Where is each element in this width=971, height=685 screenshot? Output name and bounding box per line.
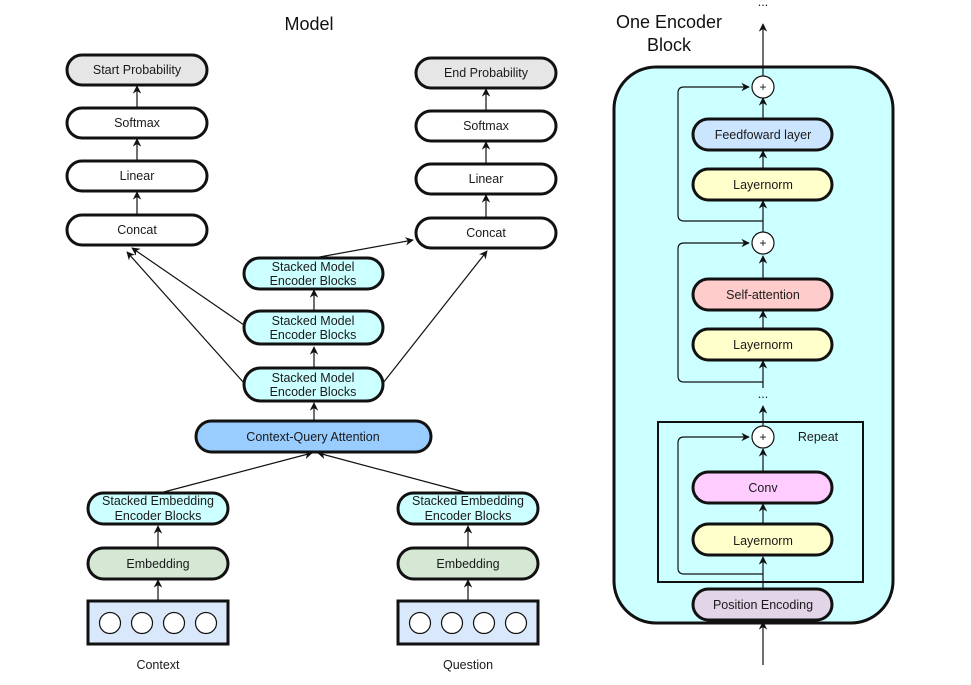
layernorm-sa-node: Layernorm (691, 327, 834, 362)
end-linear-label: Linear (469, 172, 504, 186)
model-encoder-3-line1: Stacked Model (272, 260, 355, 274)
self-attention-node: Self-attention (691, 277, 834, 312)
question-token-3 (472, 611, 496, 635)
context-token-3 (162, 611, 186, 635)
layernorm-ff-node: Layernorm (691, 167, 834, 202)
layernorm-sa-label: Layernorm (733, 338, 793, 352)
start-softmax-label: Softmax (114, 116, 161, 130)
edge-question-enc-to-attention (317, 450, 469, 494)
model-encoder-1: Stacked Model Encoder Blocks (242, 366, 385, 403)
feedforward-label: Feedfoward layer (715, 128, 812, 142)
question-embedding-node: Embedding (396, 546, 540, 581)
start-probability-node: Start Probability (65, 53, 209, 87)
context-query-attention-node: Context-Query Attention (194, 419, 433, 454)
end-probability-label: End Probability (444, 66, 529, 80)
question-token-1 (408, 611, 432, 635)
encoder-ellipsis-middle: ... (758, 387, 768, 401)
start-linear-node: Linear (65, 159, 209, 193)
question-token-2 (440, 611, 464, 635)
plus-node-conv: + (751, 425, 775, 449)
position-encoding-label: Position Encoding (713, 598, 813, 612)
plus-icon: + (759, 236, 766, 250)
qanet-diagram: Model One Encoder Block Start Probabilit (65, 0, 895, 672)
context-token-2 (130, 611, 154, 635)
plus-icon: + (759, 430, 766, 444)
model-encoder-1-line2: Encoder Blocks (270, 385, 357, 399)
end-softmax-label: Softmax (463, 119, 510, 133)
context-embedding-label: Embedding (126, 557, 189, 571)
context-embedding-encoder-line1: Stacked Embedding (102, 494, 214, 508)
question-input-box (396, 599, 540, 646)
context-label: Context (136, 658, 180, 672)
repeat-label: Repeat (798, 430, 839, 444)
model-encoder-2: Stacked Model Encoder Blocks (242, 309, 385, 346)
context-input-box (86, 599, 230, 646)
edge-me1-to-start-concat (126, 251, 245, 384)
conv-node: Conv (691, 470, 834, 505)
context-query-attention-label: Context-Query Attention (246, 430, 379, 444)
start-concat-label: Concat (117, 223, 157, 237)
model-title: Model (284, 14, 333, 34)
encoder-ellipsis-top: ... (758, 0, 768, 9)
edge-context-enc-to-attention (159, 450, 313, 494)
context-embedding-encoder-line2: Encoder Blocks (115, 509, 202, 523)
plus-node-ff: + (751, 75, 775, 99)
question-label: Question (443, 658, 493, 672)
layernorm-conv-node: Layernorm (691, 522, 834, 557)
start-linear-label: Linear (120, 169, 155, 183)
context-embedding-node: Embedding (86, 546, 230, 581)
model-encoder-3: Stacked Model Encoder Blocks (242, 256, 385, 291)
encoder-block-title-line1: One Encoder (616, 12, 722, 32)
end-softmax-node: Softmax (414, 109, 558, 143)
question-embedding-label: Embedding (436, 557, 499, 571)
plus-node-sa: + (751, 231, 775, 255)
question-token-4 (504, 611, 528, 635)
feedforward-node: Feedfoward layer (691, 117, 834, 152)
edge-me2-to-start-concat (131, 247, 245, 326)
model-encoder-3-line2: Encoder Blocks (270, 274, 357, 288)
question-embedding-encoder-line1: Stacked Embedding (412, 494, 524, 508)
end-probability-node: End Probability (414, 56, 558, 90)
model-encoder-2-line1: Stacked Model (272, 314, 355, 328)
start-concat-node: Concat (65, 213, 209, 247)
question-embedding-encoder-node: Stacked Embedding Encoder Blocks (396, 491, 540, 526)
layernorm-conv-label: Layernorm (733, 534, 793, 548)
start-probability-label: Start Probability (93, 63, 182, 77)
encoder-block-title-line2: Block (647, 35, 692, 55)
end-linear-node: Linear (414, 162, 558, 196)
self-attention-label: Self-attention (726, 288, 800, 302)
question-embedding-encoder-line2: Encoder Blocks (425, 509, 512, 523)
plus-icon: + (759, 80, 766, 94)
model-encoder-2-line2: Encoder Blocks (270, 328, 357, 342)
edge-me3-to-end-concat (313, 237, 414, 259)
context-token-4 (194, 611, 218, 635)
edge-me1-to-end-concat (382, 250, 488, 384)
layernorm-ff-label: Layernorm (733, 178, 793, 192)
position-encoding-node: Position Encoding (691, 587, 834, 622)
context-token-1 (98, 611, 122, 635)
end-concat-label: Concat (466, 226, 506, 240)
start-softmax-node: Softmax (65, 106, 209, 140)
conv-label: Conv (748, 481, 778, 495)
model-encoder-1-line1: Stacked Model (272, 371, 355, 385)
context-embedding-encoder-node: Stacked Embedding Encoder Blocks (86, 491, 230, 526)
end-concat-node: Concat (414, 216, 558, 250)
